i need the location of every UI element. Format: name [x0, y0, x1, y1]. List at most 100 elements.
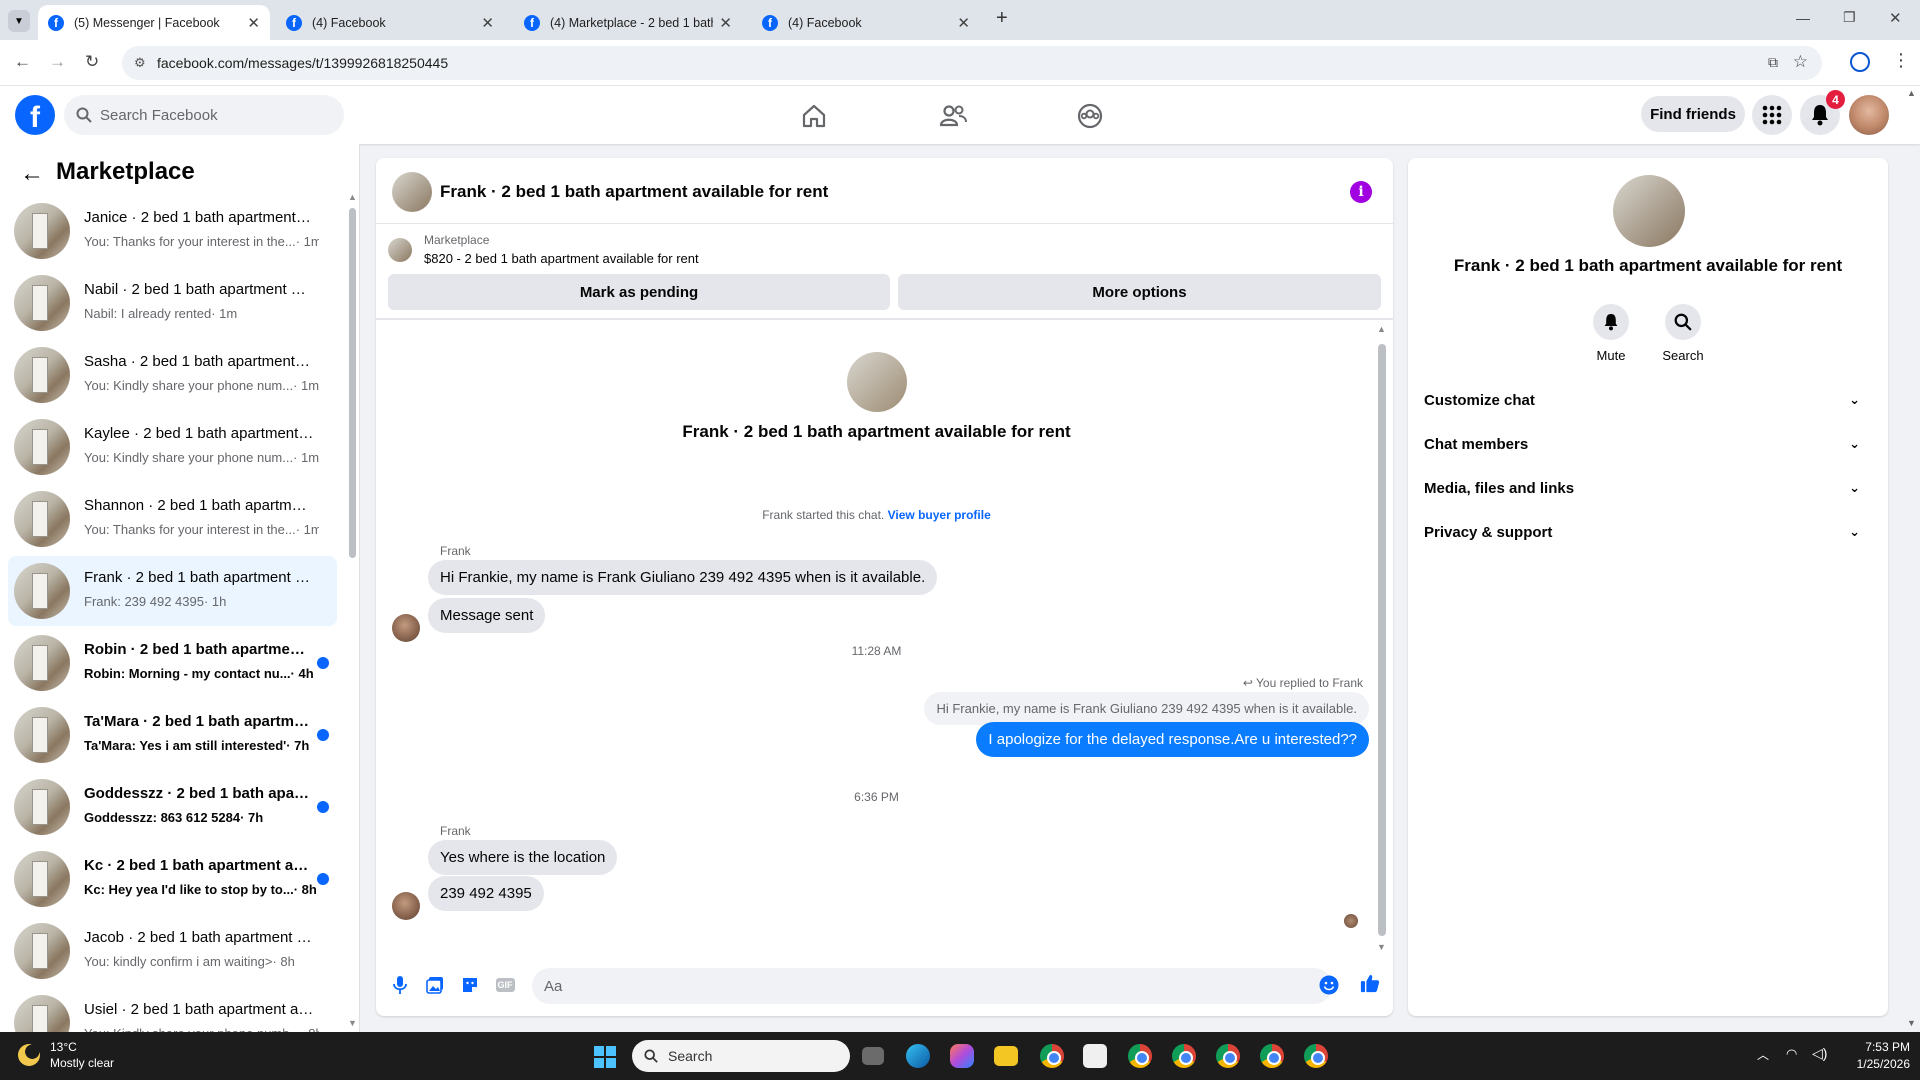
like-thumb-icon[interactable]: [1360, 973, 1380, 993]
photo-icon[interactable]: [425, 975, 445, 995]
more-options-button[interactable]: More options: [898, 274, 1381, 310]
clock[interactable]: 7:53 PM 1/25/2026: [1840, 1040, 1910, 1071]
close-tab-icon[interactable]: ✕: [719, 14, 732, 32]
new-tab-button[interactable]: +: [996, 7, 1008, 30]
profile-avatar[interactable]: [1613, 175, 1685, 247]
find-friends-button[interactable]: Find friends: [1641, 96, 1745, 132]
gif-icon[interactable]: GIF: [495, 975, 515, 995]
restore-button[interactable]: ❐: [1843, 9, 1856, 26]
sender-avatar[interactable]: [392, 892, 420, 920]
microphone-icon[interactable]: [390, 975, 410, 995]
chrome-icon[interactable]: [1260, 1044, 1284, 1068]
back-arrow-icon[interactable]: ←: [20, 160, 44, 188]
conversation-item[interactable]: Sasha · 2 bed 1 bath apartment available…: [8, 340, 337, 410]
browser-menu-icon[interactable]: ⋮: [1892, 50, 1910, 71]
conversation-item[interactable]: Shannon · 2 bed 1 bath apartment availab…: [8, 484, 337, 554]
conversation-item[interactable]: Usiel · 2 bed 1 bath apartment available…: [8, 988, 337, 1032]
edge-icon[interactable]: [906, 1044, 930, 1068]
home-nav-icon[interactable]: [796, 98, 832, 134]
wifi-icon[interactable]: ◠: [1786, 1046, 1797, 1062]
address-bar[interactable]: ⚙ facebook.com/messages/t/13999268182504…: [122, 46, 1822, 80]
tray-chevron-up-icon[interactable]: ︿: [1757, 1046, 1769, 1063]
mute-button[interactable]: Mute: [1581, 304, 1641, 363]
incoming-message[interactable]: Message sent: [428, 598, 546, 633]
chat-title[interactable]: Frank · 2 bed 1 bath apartment available…: [440, 182, 828, 202]
tab-list-button[interactable]: ▼: [8, 10, 30, 32]
emoji-icon[interactable]: [1319, 975, 1339, 995]
task-view-icon[interactable]: [862, 1047, 884, 1065]
incoming-message[interactable]: 239 492 4395: [428, 876, 544, 911]
conversation-item[interactable]: Janice · 2 bed 1 bath apartment availabl…: [8, 196, 337, 266]
chrome-icon[interactable]: [1172, 1044, 1196, 1068]
minimize-button[interactable]: —: [1796, 10, 1810, 26]
scroll-down-arrow-icon[interactable]: ▼: [1377, 942, 1386, 952]
info-icon[interactable]: i: [1350, 181, 1372, 203]
app-icon[interactable]: [1083, 1044, 1107, 1068]
chat-scrollbar[interactable]: [1378, 344, 1386, 936]
listing-description[interactable]: $820 - 2 bed 1 bath apartment available …: [424, 251, 699, 266]
install-app-icon[interactable]: ⧉: [1768, 54, 1778, 71]
customize-chat-section[interactable]: Customize chat ⌄: [1424, 382, 1872, 418]
scroll-down-arrow-icon[interactable]: ▼: [348, 1018, 357, 1028]
incoming-message[interactable]: Yes where is the location: [428, 840, 618, 875]
conversation-item[interactable]: Frank · 2 bed 1 bath apartment available…: [8, 556, 337, 626]
tab-marketplace[interactable]: f (4) Marketplace - 2 bed 1 bath ✕: [514, 5, 742, 40]
forward-button[interactable]: →: [49, 52, 66, 72]
conversation-item[interactable]: Kc · 2 bed 1 bath apartment available fo…: [8, 844, 337, 914]
reload-button[interactable]: ↻: [85, 52, 99, 72]
chrome-icon[interactable]: [1304, 1044, 1328, 1068]
tab-messenger[interactable]: f (5) Messenger | Facebook ✕: [38, 5, 270, 40]
facebook-search-input[interactable]: Search Facebook: [64, 95, 344, 135]
taskbar-search[interactable]: Search: [632, 1040, 850, 1072]
windows-start-icon[interactable]: [594, 1046, 616, 1068]
conversation-item[interactable]: Kaylee · 2 bed 1 bath apartment availabl…: [8, 412, 337, 482]
close-window-button[interactable]: ✕: [1889, 9, 1902, 27]
quoted-message[interactable]: Hi Frankie, my name is Frank Giuliano 23…: [924, 692, 1369, 725]
chrome-icon[interactable]: [1216, 1044, 1240, 1068]
copilot-icon[interactable]: [950, 1044, 974, 1068]
preview-text: Kc: Hey yea I'd like to stop by to...: [84, 882, 294, 897]
page-scroll-up-arrow-icon[interactable]: ▲: [1907, 88, 1916, 98]
view-buyer-profile-link[interactable]: View buyer profile: [888, 508, 991, 522]
site-info-icon[interactable]: ⚙: [134, 55, 146, 71]
page-scroll-down-arrow-icon[interactable]: ▼: [1907, 1018, 1916, 1028]
close-tab-icon[interactable]: ✕: [247, 14, 260, 32]
tab-facebook-2[interactable]: f (4) Facebook ✕: [752, 5, 980, 40]
scroll-up-arrow-icon[interactable]: ▲: [1377, 324, 1386, 334]
incoming-message[interactable]: Hi Frankie, my name is Frank Giuliano 23…: [428, 560, 938, 595]
sticker-icon[interactable]: [460, 975, 480, 995]
chat-avatar[interactable]: [392, 172, 432, 212]
back-button[interactable]: ←: [14, 52, 31, 72]
profile-icon[interactable]: [1850, 52, 1870, 72]
sender-avatar[interactable]: [392, 614, 420, 642]
tab-facebook-1[interactable]: f (4) Facebook ✕: [276, 5, 504, 40]
file-explorer-icon[interactable]: [994, 1046, 1018, 1066]
listing-thumbnail[interactable]: [388, 238, 412, 262]
outgoing-message[interactable]: I apologize for the delayed response.Are…: [976, 722, 1369, 757]
scroll-up-arrow-icon[interactable]: ▲: [348, 192, 357, 202]
privacy-support-section[interactable]: Privacy & support ⌄: [1424, 514, 1872, 550]
close-tab-icon[interactable]: ✕: [481, 14, 494, 32]
volume-icon[interactable]: ◁): [1812, 1045, 1827, 1062]
close-tab-icon[interactable]: ✕: [957, 14, 970, 32]
conversation-item[interactable]: Jacob · 2 bed 1 bath apartment available…: [8, 916, 337, 986]
menu-grid-button[interactable]: [1752, 95, 1792, 135]
friends-nav-icon[interactable]: [935, 98, 971, 134]
bookmark-star-icon[interactable]: ☆: [1793, 52, 1808, 72]
account-avatar[interactable]: [1849, 95, 1889, 135]
facebook-logo-icon[interactable]: f: [15, 95, 55, 135]
message-input[interactable]: [532, 968, 1332, 1004]
chrome-icon[interactable]: [1040, 1044, 1064, 1068]
sidebar-scrollbar[interactable]: [349, 208, 356, 558]
groups-nav-icon[interactable]: [1072, 98, 1108, 134]
conversation-item[interactable]: Goddesszz · 2 bed 1 bath apartment avail…: [8, 772, 337, 842]
conversation-item[interactable]: Nabil · 2 bed 1 bath apartment available…: [8, 268, 337, 338]
chrome-icon[interactable]: [1128, 1044, 1152, 1068]
mark-as-pending-button[interactable]: Mark as pending: [388, 274, 890, 310]
media-files-links-section[interactable]: Media, files and links ⌄: [1424, 470, 1872, 506]
conversation-item[interactable]: Robin · 2 bed 1 bath apartment available…: [8, 628, 337, 698]
notifications-button[interactable]: 4: [1800, 90, 1845, 135]
conversation-item[interactable]: Ta'Mara · 2 bed 1 bath apartment availab…: [8, 700, 337, 770]
chat-members-section[interactable]: Chat members ⌄: [1424, 426, 1872, 462]
search-in-chat-button[interactable]: Search: [1653, 304, 1713, 363]
